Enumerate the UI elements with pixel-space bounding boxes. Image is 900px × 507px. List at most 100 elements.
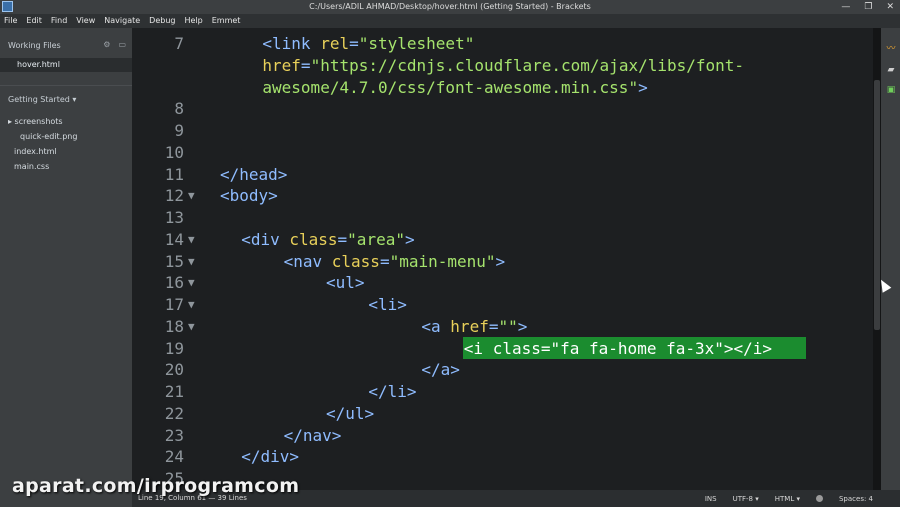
code-token-tag: > (638, 77, 648, 97)
menu-navigate[interactable]: Navigate (104, 14, 140, 28)
code-token-tag: </ul> (326, 403, 375, 423)
line-number: 8 (174, 99, 184, 119)
code-line[interactable]: 21 </li> (132, 381, 873, 403)
language-select[interactable]: HTML ▾ (775, 495, 800, 503)
window-controls: — ❐ ✕ (841, 0, 894, 14)
working-files-header: Working Files (8, 41, 61, 50)
working-files-tools: ⚙ ▭ (103, 40, 126, 49)
line-number: 13 (164, 208, 184, 227)
line-number: 7 (174, 34, 184, 53)
code-token-tag: </div> (241, 447, 299, 467)
code-text: <i class="fa fa-home fa-3x"></i> (464, 338, 772, 360)
sidebar: Working Files ⚙ ▭ hover.html Getting Sta… (0, 28, 132, 507)
watermark: aparat.com/irprogramcom (12, 475, 300, 497)
live-preview-icon[interactable]: 〰 (886, 44, 896, 54)
menu-view[interactable]: View (76, 14, 95, 28)
code-token-tag: = (337, 229, 348, 249)
code-token-attr: href (262, 55, 301, 75)
code-text: awesome/4.7.0/css/font-awesome.min.css"> (262, 77, 647, 99)
code-token-tag: <div (241, 229, 290, 249)
fold-toggle-icon[interactable]: ▼ (188, 251, 195, 273)
right-toolbar: 〰 ▰ ▣ (881, 28, 900, 507)
line-number: 12 (164, 186, 184, 206)
code-line[interactable]: href="https://cdnjs.cloudflare.com/ajax/… (132, 55, 873, 77)
code-line[interactable]: 12 ▼ <body> (132, 185, 873, 207)
minimize-icon[interactable]: — (841, 0, 850, 14)
gear-icon[interactable]: ⚙ (103, 40, 110, 49)
tree-folder-screenshots[interactable]: ▸ screenshots (8, 117, 63, 126)
code-line[interactable]: 16 ▼ <ul> (132, 272, 873, 294)
code-line[interactable]: 13 (132, 207, 873, 229)
split-view-icon[interactable]: ▭ (118, 40, 126, 49)
fold-toggle-icon[interactable]: ▼ (188, 316, 195, 338)
extension-icon[interactable]: ▣ (886, 85, 896, 95)
code-line[interactable]: awesome/4.7.0/css/font-awesome.min.css"> (132, 77, 873, 99)
menu-debug[interactable]: Debug (149, 14, 175, 28)
code-line[interactable]: 23 </nav> (132, 425, 873, 447)
indent-spaces[interactable]: Spaces: 4 (839, 495, 873, 503)
code-line[interactable]: 18 ▼ <a href=""> (132, 316, 873, 338)
code-line[interactable]: 24 </div> (132, 446, 873, 468)
code-token-val: "main-menu" (389, 251, 496, 271)
fold-toggle-icon[interactable]: ▼ (188, 272, 195, 294)
line-number: 20 (164, 360, 184, 380)
linter-status-icon[interactable] (815, 495, 823, 502)
code-token-tag: </li> (368, 382, 417, 401)
menu-find[interactable]: Find (51, 14, 67, 28)
code-line[interactable]: 22 </ul> (132, 403, 873, 425)
code-token-tag: <ul> (326, 273, 365, 293)
encoding-select[interactable]: UTF-8 ▾ (733, 495, 759, 503)
code-line[interactable]: 19 <i class="fa fa-home fa-3x"></i> (132, 338, 873, 360)
code-text: </li> (368, 381, 416, 403)
line-number: 21 (164, 382, 184, 401)
line-number: 19 (164, 338, 184, 358)
title-bar: C:/Users/ADIL AHMAD/Desktop/hover.html (… (0, 0, 900, 14)
code-editor[interactable]: 7 <link rel="stylesheet" href="https://cdn… (132, 28, 873, 490)
menu-bar: File Edit Find View Navigate Debug Help … (0, 14, 900, 28)
tree-file-main-css[interactable]: main.css (14, 162, 49, 171)
maximize-icon[interactable]: ❐ (864, 0, 872, 14)
code-token-val: "https://cdnjs.cloudflare.com/ajax/libs/… (310, 55, 745, 75)
line-number: 16 (164, 273, 184, 293)
fold-toggle-icon[interactable]: ▼ (188, 294, 195, 316)
code-line[interactable]: 14 ▼ <div class="area"> (132, 229, 873, 251)
code-text: href="https://cdnjs.cloudflare.com/ajax/… (262, 55, 744, 77)
insert-mode[interactable]: INS (705, 495, 717, 503)
menu-help[interactable]: Help (184, 14, 202, 28)
code-line[interactable]: 15 ▼ <nav class="main-menu"> (132, 251, 873, 273)
code-line[interactable]: 10 (132, 142, 873, 164)
code-token-tag: = (300, 55, 311, 75)
fold-toggle-icon[interactable]: ▼ (188, 185, 195, 207)
menu-emmet[interactable]: Emmet (212, 14, 241, 28)
code-token-tag: > (495, 251, 506, 271)
close-icon[interactable]: ✕ (886, 0, 894, 14)
window-title: C:/Users/ADIL AHMAD/Desktop/hover.html (… (309, 2, 591, 11)
code-token-tag: > (517, 316, 528, 336)
code-line[interactable]: 20 </a> (132, 359, 873, 381)
fold-toggle-icon[interactable]: ▼ (188, 229, 195, 251)
code-text: </div> (241, 446, 299, 468)
line-number: 22 (164, 403, 184, 423)
menu-edit[interactable]: Edit (26, 14, 42, 28)
working-file-item[interactable]: hover.html (17, 60, 60, 69)
editor-scrollbar[interactable] (874, 80, 880, 330)
code-line[interactable]: 17 ▼ <li> (132, 294, 873, 316)
code-text: <body> (220, 185, 278, 207)
code-line[interactable]: 7 <link rel="stylesheet" (132, 33, 873, 55)
code-token-attr: rel (320, 34, 350, 53)
code-token-tag: <nav (283, 251, 332, 271)
code-token-attr: class (289, 229, 338, 249)
code-line[interactable]: 11 </head> (132, 164, 873, 186)
project-dropdown[interactable]: Getting Started ▾ (8, 95, 76, 104)
menu-file[interactable]: File (4, 14, 17, 28)
tree-file-quick-edit[interactable]: quick-edit.png (20, 132, 77, 141)
code-token-tag: </a> (421, 360, 460, 380)
code-text: </ul> (326, 403, 374, 425)
code-text: </a> (421, 359, 460, 381)
sidebar-divider (0, 85, 132, 86)
tree-file-index[interactable]: index.html (14, 147, 57, 156)
extension-manager-icon[interactable]: ▰ (886, 65, 896, 75)
code-token-sel: <i class="fa fa-home fa-3x"></i> (463, 338, 773, 358)
code-line[interactable]: 9 (132, 120, 873, 142)
code-line[interactable]: 8 (132, 98, 873, 120)
